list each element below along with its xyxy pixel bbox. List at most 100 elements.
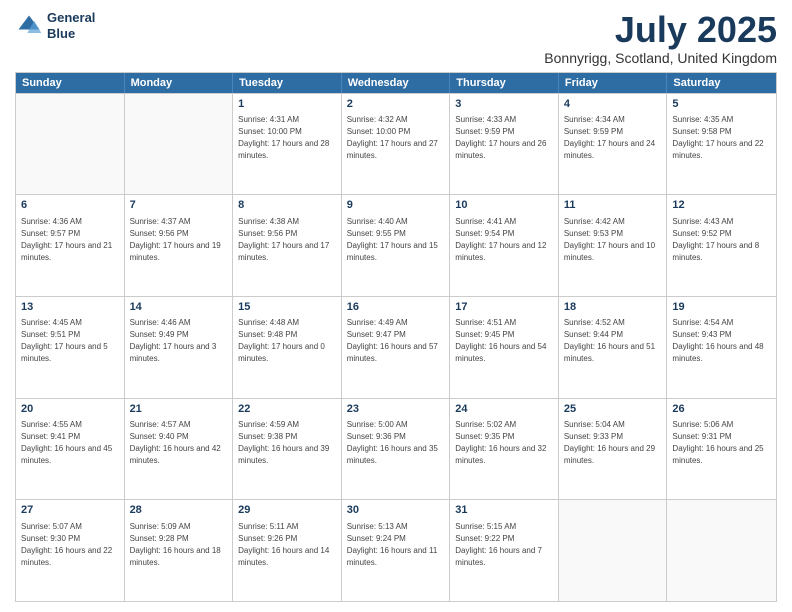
cell-date: 15 — [238, 300, 336, 315]
calendar-cell-1-1 — [16, 94, 125, 195]
calendar-cell-1-4: 2 Sunrise: 4:32 AM Sunset: 10:00 PM Dayl… — [342, 94, 451, 195]
cell-daylight: Daylight: 16 hours and 25 minutes. — [672, 444, 763, 465]
calendar-cell-5-4: 30 Sunrise: 5:13 AM Sunset: 9:24 PM Dayl… — [342, 500, 451, 601]
cell-sunrise: Sunrise: 4:37 AM — [130, 217, 191, 226]
calendar-cell-2-6: 11 Sunrise: 4:42 AM Sunset: 9:53 PM Dayl… — [559, 195, 668, 296]
cell-sunset: Sunset: 9:24 PM — [347, 534, 406, 543]
cell-daylight: Daylight: 17 hours and 15 minutes. — [347, 241, 438, 262]
cell-sunrise: Sunrise: 4:57 AM — [130, 420, 191, 429]
cell-sunset: Sunset: 9:35 PM — [455, 432, 514, 441]
cell-sunrise: Sunrise: 4:52 AM — [564, 318, 625, 327]
cell-sunrise: Sunrise: 4:42 AM — [564, 217, 625, 226]
calendar-row-4: 20 Sunrise: 4:55 AM Sunset: 9:41 PM Dayl… — [16, 398, 776, 500]
cell-sunset: Sunset: 9:48 PM — [238, 330, 297, 339]
cell-daylight: Daylight: 17 hours and 10 minutes. — [564, 241, 655, 262]
cell-date: 1 — [238, 97, 336, 112]
calendar-cell-2-7: 12 Sunrise: 4:43 AM Sunset: 9:52 PM Dayl… — [667, 195, 776, 296]
cell-date: 17 — [455, 300, 553, 315]
cell-sunset: Sunset: 9:56 PM — [238, 229, 297, 238]
cell-sunrise: Sunrise: 4:38 AM — [238, 217, 299, 226]
calendar-cell-4-5: 24 Sunrise: 5:02 AM Sunset: 9:35 PM Dayl… — [450, 399, 559, 500]
cell-date: 20 — [21, 402, 119, 417]
cell-sunset: Sunset: 9:51 PM — [21, 330, 80, 339]
cell-daylight: Daylight: 17 hours and 27 minutes. — [347, 139, 438, 160]
cell-daylight: Daylight: 16 hours and 45 minutes. — [21, 444, 112, 465]
calendar-cell-1-5: 3 Sunrise: 4:33 AM Sunset: 9:59 PM Dayli… — [450, 94, 559, 195]
header-saturday: Saturday — [667, 73, 776, 93]
cell-sunset: Sunset: 9:22 PM — [455, 534, 514, 543]
cell-date: 10 — [455, 198, 553, 213]
calendar-cell-3-5: 17 Sunrise: 4:51 AM Sunset: 9:45 PM Dayl… — [450, 297, 559, 398]
cell-sunset: Sunset: 9:52 PM — [672, 229, 731, 238]
cell-daylight: Daylight: 17 hours and 26 minutes. — [455, 139, 546, 160]
cell-sunrise: Sunrise: 5:07 AM — [21, 522, 82, 531]
cell-sunset: Sunset: 10:00 PM — [238, 127, 302, 136]
calendar-cell-1-6: 4 Sunrise: 4:34 AM Sunset: 9:59 PM Dayli… — [559, 94, 668, 195]
cell-date: 12 — [672, 198, 771, 213]
cell-date: 3 — [455, 97, 553, 112]
calendar-cell-2-5: 10 Sunrise: 4:41 AM Sunset: 9:54 PM Dayl… — [450, 195, 559, 296]
cell-daylight: Daylight: 16 hours and 29 minutes. — [564, 444, 655, 465]
calendar-cell-3-6: 18 Sunrise: 4:52 AM Sunset: 9:44 PM Dayl… — [559, 297, 668, 398]
cell-sunrise: Sunrise: 4:32 AM — [347, 115, 408, 124]
cell-date: 31 — [455, 503, 553, 518]
header-thursday: Thursday — [450, 73, 559, 93]
cell-sunset: Sunset: 9:47 PM — [347, 330, 406, 339]
calendar-cell-5-3: 29 Sunrise: 5:11 AM Sunset: 9:26 PM Dayl… — [233, 500, 342, 601]
cell-sunrise: Sunrise: 4:36 AM — [21, 217, 82, 226]
cell-sunrise: Sunrise: 5:06 AM — [672, 420, 733, 429]
cell-daylight: Daylight: 16 hours and 57 minutes. — [347, 342, 438, 363]
cell-sunset: Sunset: 9:53 PM — [564, 229, 623, 238]
cell-sunset: Sunset: 9:59 PM — [455, 127, 514, 136]
cell-sunrise: Sunrise: 5:09 AM — [130, 522, 191, 531]
calendar-cell-3-2: 14 Sunrise: 4:46 AM Sunset: 9:49 PM Dayl… — [125, 297, 234, 398]
cell-date: 22 — [238, 402, 336, 417]
title-location: Bonnyrigg, Scotland, United Kingdom — [544, 50, 777, 66]
cell-sunset: Sunset: 9:36 PM — [347, 432, 406, 441]
calendar-cell-5-5: 31 Sunrise: 5:15 AM Sunset: 9:22 PM Dayl… — [450, 500, 559, 601]
calendar-cell-2-1: 6 Sunrise: 4:36 AM Sunset: 9:57 PM Dayli… — [16, 195, 125, 296]
cell-sunset: Sunset: 9:41 PM — [21, 432, 80, 441]
logo-text: General Blue — [47, 10, 95, 41]
cell-date: 14 — [130, 300, 228, 315]
cell-daylight: Daylight: 17 hours and 0 minutes. — [238, 342, 325, 363]
header-sunday: Sunday — [16, 73, 125, 93]
cell-sunset: Sunset: 10:00 PM — [347, 127, 411, 136]
cell-daylight: Daylight: 16 hours and 22 minutes. — [21, 546, 112, 567]
header: General Blue July 2025 Bonnyrigg, Scotla… — [15, 10, 777, 66]
cell-sunset: Sunset: 9:49 PM — [130, 330, 189, 339]
cell-date: 27 — [21, 503, 119, 518]
cell-daylight: Daylight: 16 hours and 35 minutes. — [347, 444, 438, 465]
cell-sunrise: Sunrise: 4:49 AM — [347, 318, 408, 327]
cell-daylight: Daylight: 17 hours and 17 minutes. — [238, 241, 329, 262]
cell-sunrise: Sunrise: 4:40 AM — [347, 217, 408, 226]
cell-sunrise: Sunrise: 4:46 AM — [130, 318, 191, 327]
cell-daylight: Daylight: 16 hours and 39 minutes. — [238, 444, 329, 465]
cell-date: 9 — [347, 198, 445, 213]
cell-sunrise: Sunrise: 4:33 AM — [455, 115, 516, 124]
calendar-body: 1 Sunrise: 4:31 AM Sunset: 10:00 PM Dayl… — [16, 93, 776, 601]
cell-daylight: Daylight: 17 hours and 12 minutes. — [455, 241, 546, 262]
cell-date: 4 — [564, 97, 662, 112]
cell-daylight: Daylight: 17 hours and 24 minutes. — [564, 139, 655, 160]
cell-daylight: Daylight: 17 hours and 28 minutes. — [238, 139, 329, 160]
cell-daylight: Daylight: 16 hours and 7 minutes. — [455, 546, 542, 567]
cell-sunset: Sunset: 9:40 PM — [130, 432, 189, 441]
cell-sunrise: Sunrise: 4:55 AM — [21, 420, 82, 429]
cell-date: 29 — [238, 503, 336, 518]
cell-sunset: Sunset: 9:58 PM — [672, 127, 731, 136]
logo: General Blue — [15, 10, 95, 41]
cell-sunset: Sunset: 9:31 PM — [672, 432, 731, 441]
cell-date: 30 — [347, 503, 445, 518]
cell-sunrise: Sunrise: 4:59 AM — [238, 420, 299, 429]
cell-date: 5 — [672, 97, 771, 112]
calendar-cell-5-2: 28 Sunrise: 5:09 AM Sunset: 9:28 PM Dayl… — [125, 500, 234, 601]
header-monday: Monday — [125, 73, 234, 93]
calendar: Sunday Monday Tuesday Wednesday Thursday… — [15, 72, 777, 602]
cell-daylight: Daylight: 16 hours and 14 minutes. — [238, 546, 329, 567]
cell-daylight: Daylight: 17 hours and 21 minutes. — [21, 241, 112, 262]
logo-line1: General — [47, 10, 95, 26]
cell-sunrise: Sunrise: 4:45 AM — [21, 318, 82, 327]
cell-sunrise: Sunrise: 4:43 AM — [672, 217, 733, 226]
calendar-cell-2-4: 9 Sunrise: 4:40 AM Sunset: 9:55 PM Dayli… — [342, 195, 451, 296]
